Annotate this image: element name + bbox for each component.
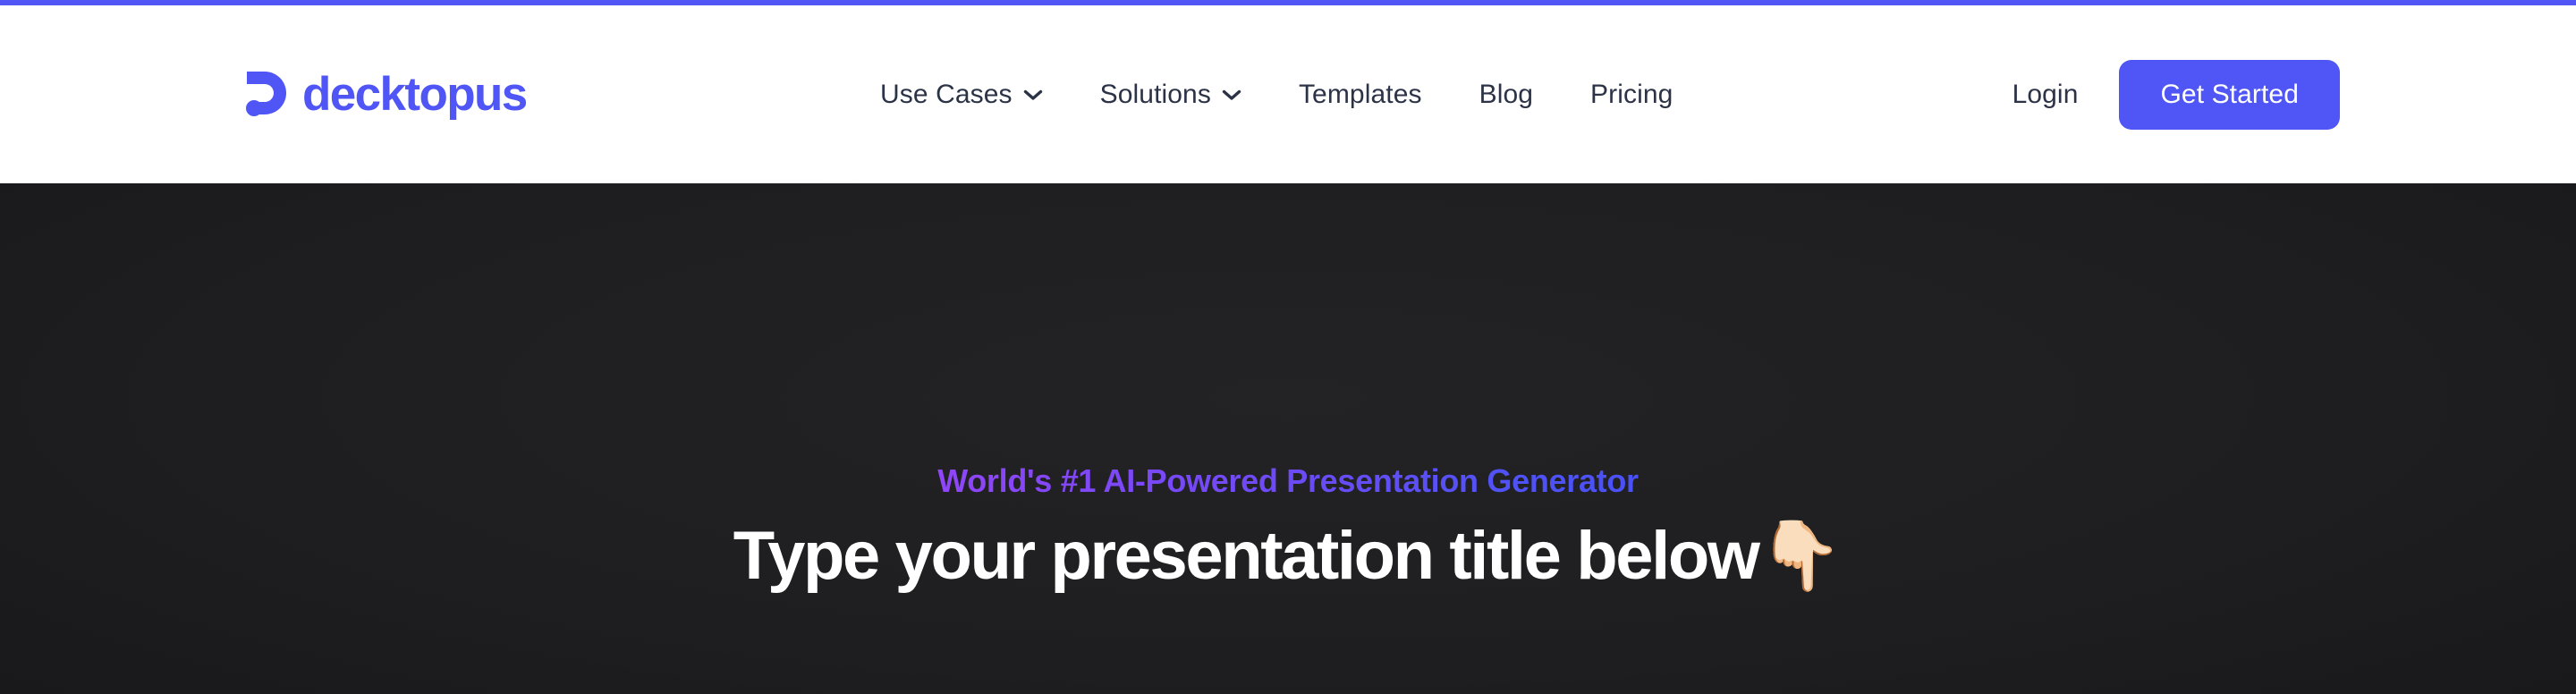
nav-label: Solutions xyxy=(1099,79,1211,109)
get-started-button[interactable]: Get Started xyxy=(2119,59,2340,130)
site-header: decktopus Use Cases Solutions Templates … xyxy=(0,5,2576,183)
nav-label: Pricing xyxy=(1590,79,1674,109)
chevron-down-icon xyxy=(1023,89,1043,101)
hero-section: World's #1 AI-Powered Presentation Gener… xyxy=(0,183,2576,694)
hero-headline-text: Type your presentation title below xyxy=(733,517,1760,594)
nav-item-templates[interactable]: Templates xyxy=(1270,67,1451,123)
header-inner: decktopus Use Cases Solutions Templates … xyxy=(0,5,2576,183)
hero-eyebrow-row: World's #1 AI-Powered Presentation Gener… xyxy=(0,183,2576,499)
nav-item-blog[interactable]: Blog xyxy=(1451,67,1562,123)
hero-content: World's #1 AI-Powered Presentation Gener… xyxy=(0,183,2576,594)
nav-label: Use Cases xyxy=(880,79,1013,109)
login-link[interactable]: Login xyxy=(1971,67,2120,123)
logo-wordmark: decktopus xyxy=(302,68,528,121)
nav-item-solutions[interactable]: Solutions xyxy=(1072,67,1270,123)
top-accent-bar xyxy=(0,0,2576,5)
chevron-down-icon xyxy=(1222,89,1241,101)
decktopus-d-mark-icon xyxy=(243,70,290,120)
page-root: decktopus Use Cases Solutions Templates … xyxy=(0,0,2576,694)
backhand-index-pointing-down-emoji: 👇🏻 xyxy=(1758,514,1843,595)
nav-item-use-cases[interactable]: Use Cases xyxy=(852,67,1072,123)
logo-link[interactable]: decktopus xyxy=(243,68,528,121)
nav-item-pricing[interactable]: Pricing xyxy=(1562,67,1701,123)
hero-headline: Type your presentation title below👇🏻 xyxy=(0,517,2576,594)
nav-label: Blog xyxy=(1479,79,1534,109)
primary-nav: Use Cases Solutions Templates Blog Prici… xyxy=(852,67,1701,123)
nav-label: Templates xyxy=(1298,79,1422,109)
hero-eyebrow: World's #1 AI-Powered Presentation Gener… xyxy=(937,462,1639,499)
header-actions: Login Get Started xyxy=(1971,59,2340,130)
